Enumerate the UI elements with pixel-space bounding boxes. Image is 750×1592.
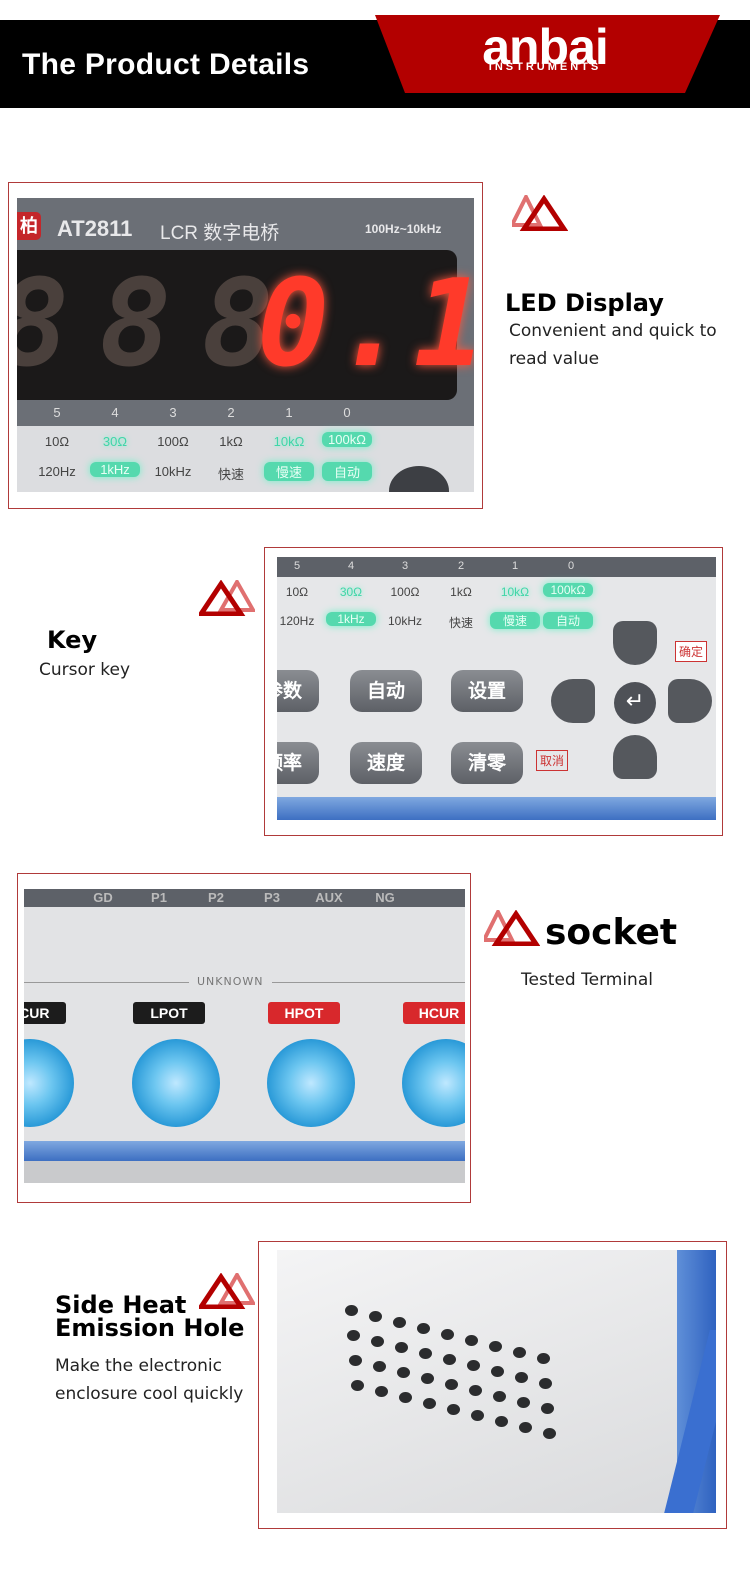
vent-hole <box>447 1404 460 1415</box>
vent-hole <box>543 1428 556 1439</box>
indicator-panel: 10Ω 30Ω 100Ω 1kΩ 10kΩ 100kΩ 120Hz 1kHz 1… <box>17 426 474 492</box>
vent-hole <box>345 1305 358 1316</box>
terminal-jack <box>24 1039 74 1127</box>
vent-hole <box>393 1317 406 1328</box>
arrow-up-icon <box>613 621 657 665</box>
vent-hole <box>395 1342 408 1353</box>
vent-hole <box>489 1341 502 1352</box>
vent-hole <box>471 1410 484 1421</box>
vent-hole <box>369 1311 382 1322</box>
section-heading: socket <box>545 912 678 953</box>
lpot-tag: LPOT <box>133 1002 205 1024</box>
triangle-logo-icon <box>512 195 568 231</box>
vent-hole <box>375 1386 388 1397</box>
led-display-photo: 柏 AT2811 LCR 数字电桥 100Hz~10kHz 888 0.1 5 … <box>17 198 474 492</box>
display-reading: 0.1 <box>257 255 474 394</box>
vent-hole <box>495 1416 508 1427</box>
section-heading: LED Display <box>505 289 664 317</box>
vent-hole <box>349 1355 362 1366</box>
vent-hole <box>347 1330 360 1341</box>
hpot-tag: HPOT <box>268 1002 340 1024</box>
section-description: Make the electronic enclosure cool quick… <box>55 1356 244 1404</box>
vent-hole <box>537 1353 550 1364</box>
vent-hole <box>467 1360 480 1371</box>
vent-hole <box>443 1354 456 1365</box>
vent-hole <box>417 1323 430 1334</box>
section-description: Convenient and quick to read value <box>509 321 717 369</box>
cancel-label: 取消 <box>536 750 569 771</box>
terminal-jack <box>132 1039 220 1127</box>
vent-hole <box>493 1391 506 1402</box>
confirm-label: 确定 <box>675 641 708 662</box>
vent-hole <box>399 1392 412 1403</box>
page-title: The Product Details <box>22 48 310 81</box>
vent-hole <box>397 1367 410 1378</box>
vent-hole <box>469 1385 482 1396</box>
model-label: AT2811 <box>57 216 133 241</box>
vent-hole <box>441 1329 454 1340</box>
vent-hole <box>423 1398 436 1409</box>
arrow-down-icon <box>613 735 657 779</box>
arrow-right-icon <box>668 679 712 723</box>
lcur-tag: LCUR <box>24 1002 66 1024</box>
triangle-logo-icon <box>484 910 540 946</box>
frequency-range: 100Hz~10kHz <box>365 222 442 236</box>
brand-logo-subtext: INSTRUMENTS <box>488 61 602 73</box>
arrow-left-icon <box>551 679 595 723</box>
heat-hole-photo <box>277 1250 716 1513</box>
vent-hole <box>517 1397 530 1408</box>
model-subtitle: LCR 数字电桥 <box>160 223 280 244</box>
speed-key: 速度 <box>350 742 422 784</box>
vent-hole <box>539 1378 552 1389</box>
vent-hole <box>421 1373 434 1384</box>
enter-icon: ↵ <box>614 682 656 724</box>
vent-hole <box>465 1335 478 1346</box>
vent-hole <box>515 1372 528 1383</box>
vent-hole <box>371 1336 384 1347</box>
vent-hole <box>445 1379 458 1390</box>
range-indices: 5 4 3 2 1 0 <box>53 405 351 420</box>
section-description: Cursor key <box>39 660 131 680</box>
hcur-tag: HCUR <box>403 1002 465 1024</box>
vent-hole <box>541 1403 554 1414</box>
vent-hole <box>351 1380 364 1391</box>
terminal-jack <box>402 1039 465 1127</box>
clear-key: 清零 <box>451 742 523 784</box>
setup-key: 设置 <box>451 670 523 712</box>
triangle-logo-icon <box>199 580 255 616</box>
param-key: 参数 <box>277 670 319 712</box>
frequency-key: 频率 <box>277 742 319 784</box>
vent-hole <box>519 1422 532 1433</box>
brand-mark: 柏 <box>17 212 41 240</box>
seven-segment-display: 888 0.1 <box>17 250 474 400</box>
vent-hole <box>373 1361 386 1372</box>
keypad-photo: 5 4 3 2 1 0 10Ω 30Ω 100Ω 1kΩ 10kΩ 100kΩ … <box>277 557 716 820</box>
section-description: Tested Terminal <box>521 970 653 990</box>
auto-key: 自动 <box>350 670 422 712</box>
section-heading: Side Heat Emission Hole <box>55 1291 245 1342</box>
vent-hole <box>491 1366 504 1377</box>
vent-hole <box>513 1347 526 1358</box>
section-heading: Key <box>47 626 98 654</box>
vent-hole <box>419 1348 432 1359</box>
terminal-jack <box>267 1039 355 1127</box>
unknown-label: UNKNOWN <box>189 975 272 988</box>
socket-photo: GD P1 P2 P3 AUX NG UNKNOWN LCUR LPOT HPO… <box>24 889 465 1183</box>
